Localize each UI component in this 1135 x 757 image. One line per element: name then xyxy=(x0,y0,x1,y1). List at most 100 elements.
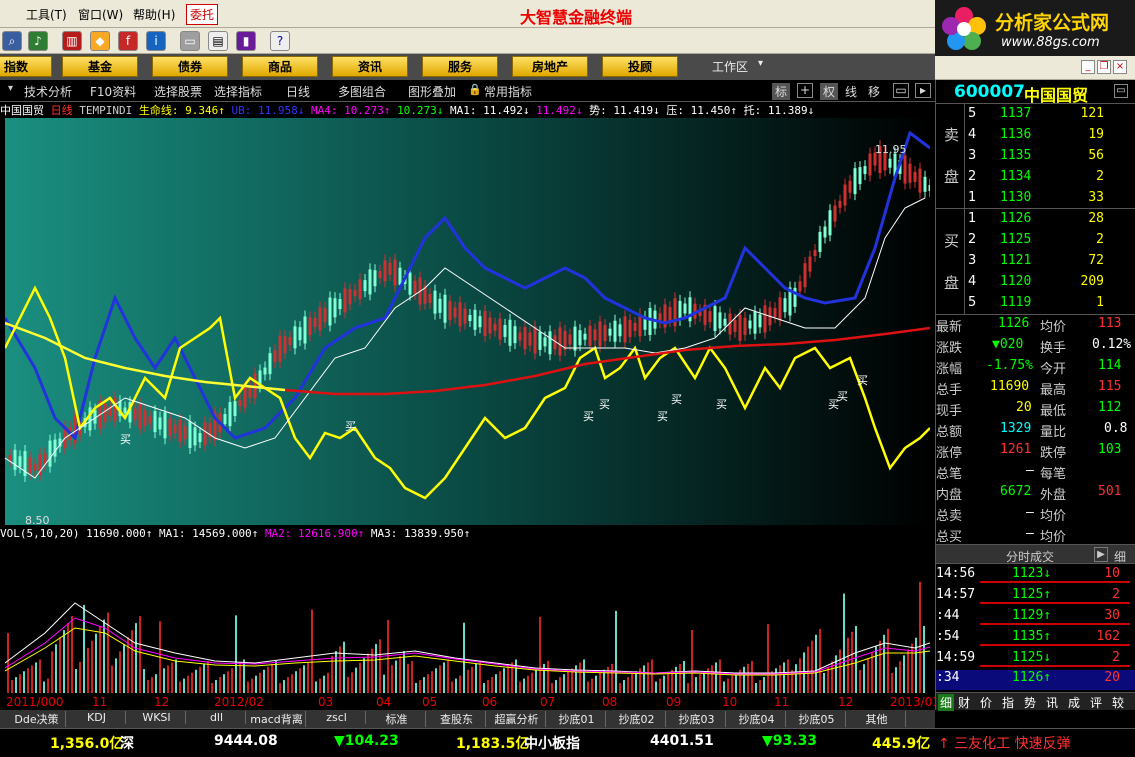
tech-analysis-button[interactable]: 技术分析 xyxy=(24,83,72,100)
panel-tab-trend[interactable]: 势 xyxy=(1024,694,1036,711)
nav-index[interactable]: 指数 xyxy=(0,56,52,77)
panel-tab-index[interactable]: 指 xyxy=(1002,694,1014,711)
volume-bar xyxy=(235,615,237,693)
panel-tab-review[interactable]: 评 xyxy=(1090,694,1102,711)
sme-label[interactable]: 中小板指 xyxy=(524,733,580,753)
tab-chaodi04[interactable]: 抄底04 xyxy=(728,711,786,727)
month-label: 08 xyxy=(602,695,618,709)
candle-body xyxy=(573,326,577,351)
panel-tab-detail[interactable]: 细 xyxy=(938,694,955,711)
volume-bar xyxy=(527,675,529,693)
candle-body xyxy=(748,320,752,329)
daily-line-button[interactable]: 日线 xyxy=(286,83,310,100)
crosshair-icon[interactable]: + xyxy=(797,83,813,98)
panel-tab-compare[interactable]: 较 xyxy=(1112,694,1124,711)
quote-panel: 600007 中国国贸 ▭ 卖 盘 买 盘 5 1137 121 4 1136 19 3… xyxy=(935,80,1135,711)
nav-commodity[interactable]: 商品 xyxy=(242,56,318,77)
common-indicator-button[interactable]: 常用指标 xyxy=(484,83,532,100)
multi-chart-button[interactable]: 多图组合 xyxy=(338,83,386,100)
next-icon[interactable]: ▸ xyxy=(915,83,931,98)
volume-bar xyxy=(131,630,133,693)
line-button[interactable]: 线 xyxy=(845,83,857,100)
trade-row-selected[interactable]: :34 1126↑ 20 xyxy=(936,670,1135,690)
lock-icon[interactable]: 🔒 xyxy=(468,83,482,96)
sz-label[interactable]: 深 xyxy=(120,733,134,753)
candle-body xyxy=(718,312,722,329)
overlay-button[interactable]: 图形叠加 xyxy=(408,83,456,100)
nav-advisor[interactable]: 投顾 xyxy=(602,56,678,77)
tab-chaodi05[interactable]: 抄底05 xyxy=(788,711,846,727)
tab-chaoying[interactable]: 超赢分析 xyxy=(488,711,546,727)
minimize-icon[interactable]: _ xyxy=(1081,60,1095,74)
volume-bar xyxy=(695,677,697,693)
volume-bar xyxy=(855,625,857,693)
tab-dll[interactable]: dll xyxy=(188,711,246,724)
rights-button[interactable]: 权 xyxy=(820,83,839,100)
tab-standard[interactable]: 标准 xyxy=(368,711,426,727)
tab-chaodi02[interactable]: 抄底02 xyxy=(608,711,666,727)
volume-bar xyxy=(539,616,541,693)
mark-button[interactable]: 标 xyxy=(772,83,791,100)
volume-bar xyxy=(907,649,909,693)
panel-tab-deal[interactable]: 成 xyxy=(1068,694,1080,711)
candle-body xyxy=(868,153,872,176)
weituo-button[interactable]: 委托 xyxy=(186,4,219,25)
workspace-label[interactable]: 工作区 xyxy=(712,58,748,75)
alarm-icon[interactable]: ♪ xyxy=(28,31,48,51)
indicator-tabs: Dde决策 KDJ WKSI dll macd背离 zscl 标准 查股东 超赢… xyxy=(0,710,935,728)
select-stock-button[interactable]: 选择股票 xyxy=(154,83,202,100)
volume-chart[interactable] xyxy=(5,543,930,693)
candle-body xyxy=(613,320,617,342)
panel-tab-finance[interactable]: 财 xyxy=(958,694,970,711)
tab-zscl[interactable]: zscl xyxy=(308,711,366,724)
move-button[interactable]: 移 xyxy=(868,83,880,100)
panel-tab-news[interactable]: 讯 xyxy=(1046,694,1058,711)
window-icon[interactable]: ▤ xyxy=(208,31,228,51)
tab-other[interactable]: 其他 xyxy=(848,711,906,727)
binoculars-icon[interactable]: ⌕ xyxy=(2,31,22,51)
nav-realestate[interactable]: 房地产 xyxy=(512,56,588,77)
f10-button[interactable]: F10资料 xyxy=(90,83,136,100)
nav-bond[interactable]: 债券 xyxy=(152,56,228,77)
tab-kdj[interactable]: KDJ xyxy=(68,711,126,724)
panel-tab-price[interactable]: 价 xyxy=(980,694,992,711)
tab-chaodi03[interactable]: 抄底03 xyxy=(668,711,726,727)
tab-shareholder[interactable]: 查股东 xyxy=(428,711,486,727)
menu-help[interactable]: 帮助(H) xyxy=(133,6,175,23)
volume-bar xyxy=(495,674,497,693)
diamond-icon[interactable]: ◆ xyxy=(90,31,110,51)
volume-bar xyxy=(343,641,345,693)
layout-icon[interactable]: ▭ xyxy=(180,31,200,51)
kline-icon[interactable]: ▥ xyxy=(62,31,82,51)
restore-icon[interactable]: ❐ xyxy=(1097,60,1111,74)
nav-news[interactable]: 资讯 xyxy=(332,56,408,77)
f10-icon[interactable]: f xyxy=(118,31,138,51)
nav-service[interactable]: 服务 xyxy=(422,56,498,77)
tab-chaodi01[interactable]: 抄底01 xyxy=(548,711,606,727)
popup-icon[interactable]: ▭ xyxy=(1114,84,1128,98)
panel-icon[interactable]: ▭ xyxy=(893,83,909,98)
workspace-dropdown-icon[interactable]: ▾ xyxy=(758,58,763,69)
volume-bar xyxy=(183,678,185,693)
news-ticker[interactable]: ↑ 三友化工 快速反弹 xyxy=(938,733,1071,753)
nav-fund[interactable]: 基金 xyxy=(62,56,138,77)
volume-bar xyxy=(91,640,93,693)
menu-tools[interactable]: 工具(T) xyxy=(26,6,67,23)
price-chart[interactable]: 8.50 11.95 买 买 买 买 买 买 买 买 买 买 xyxy=(5,118,930,525)
detail-button[interactable]: 细 xyxy=(1114,548,1126,565)
tab-wksi[interactable]: WKSI xyxy=(128,711,186,724)
help-pointer-icon[interactable]: ? xyxy=(270,31,290,51)
tab-macd[interactable]: macd背离 xyxy=(248,711,306,727)
candle-body xyxy=(428,293,432,303)
books-icon[interactable]: ▮ xyxy=(236,31,256,51)
info-icon[interactable]: i xyxy=(146,31,166,51)
menu-window[interactable]: 窗口(W) xyxy=(78,6,123,23)
tab-dde[interactable]: Dde决策 xyxy=(8,711,66,727)
volume-bar xyxy=(599,672,601,693)
dropdown-icon[interactable]: ▾ xyxy=(8,83,13,94)
candle-body xyxy=(88,407,92,431)
close-icon[interactable]: × xyxy=(1113,60,1127,74)
select-indicator-button[interactable]: 选择指标 xyxy=(214,83,262,100)
play-icon[interactable]: ▶ xyxy=(1094,547,1108,562)
volume-bar xyxy=(95,633,97,693)
